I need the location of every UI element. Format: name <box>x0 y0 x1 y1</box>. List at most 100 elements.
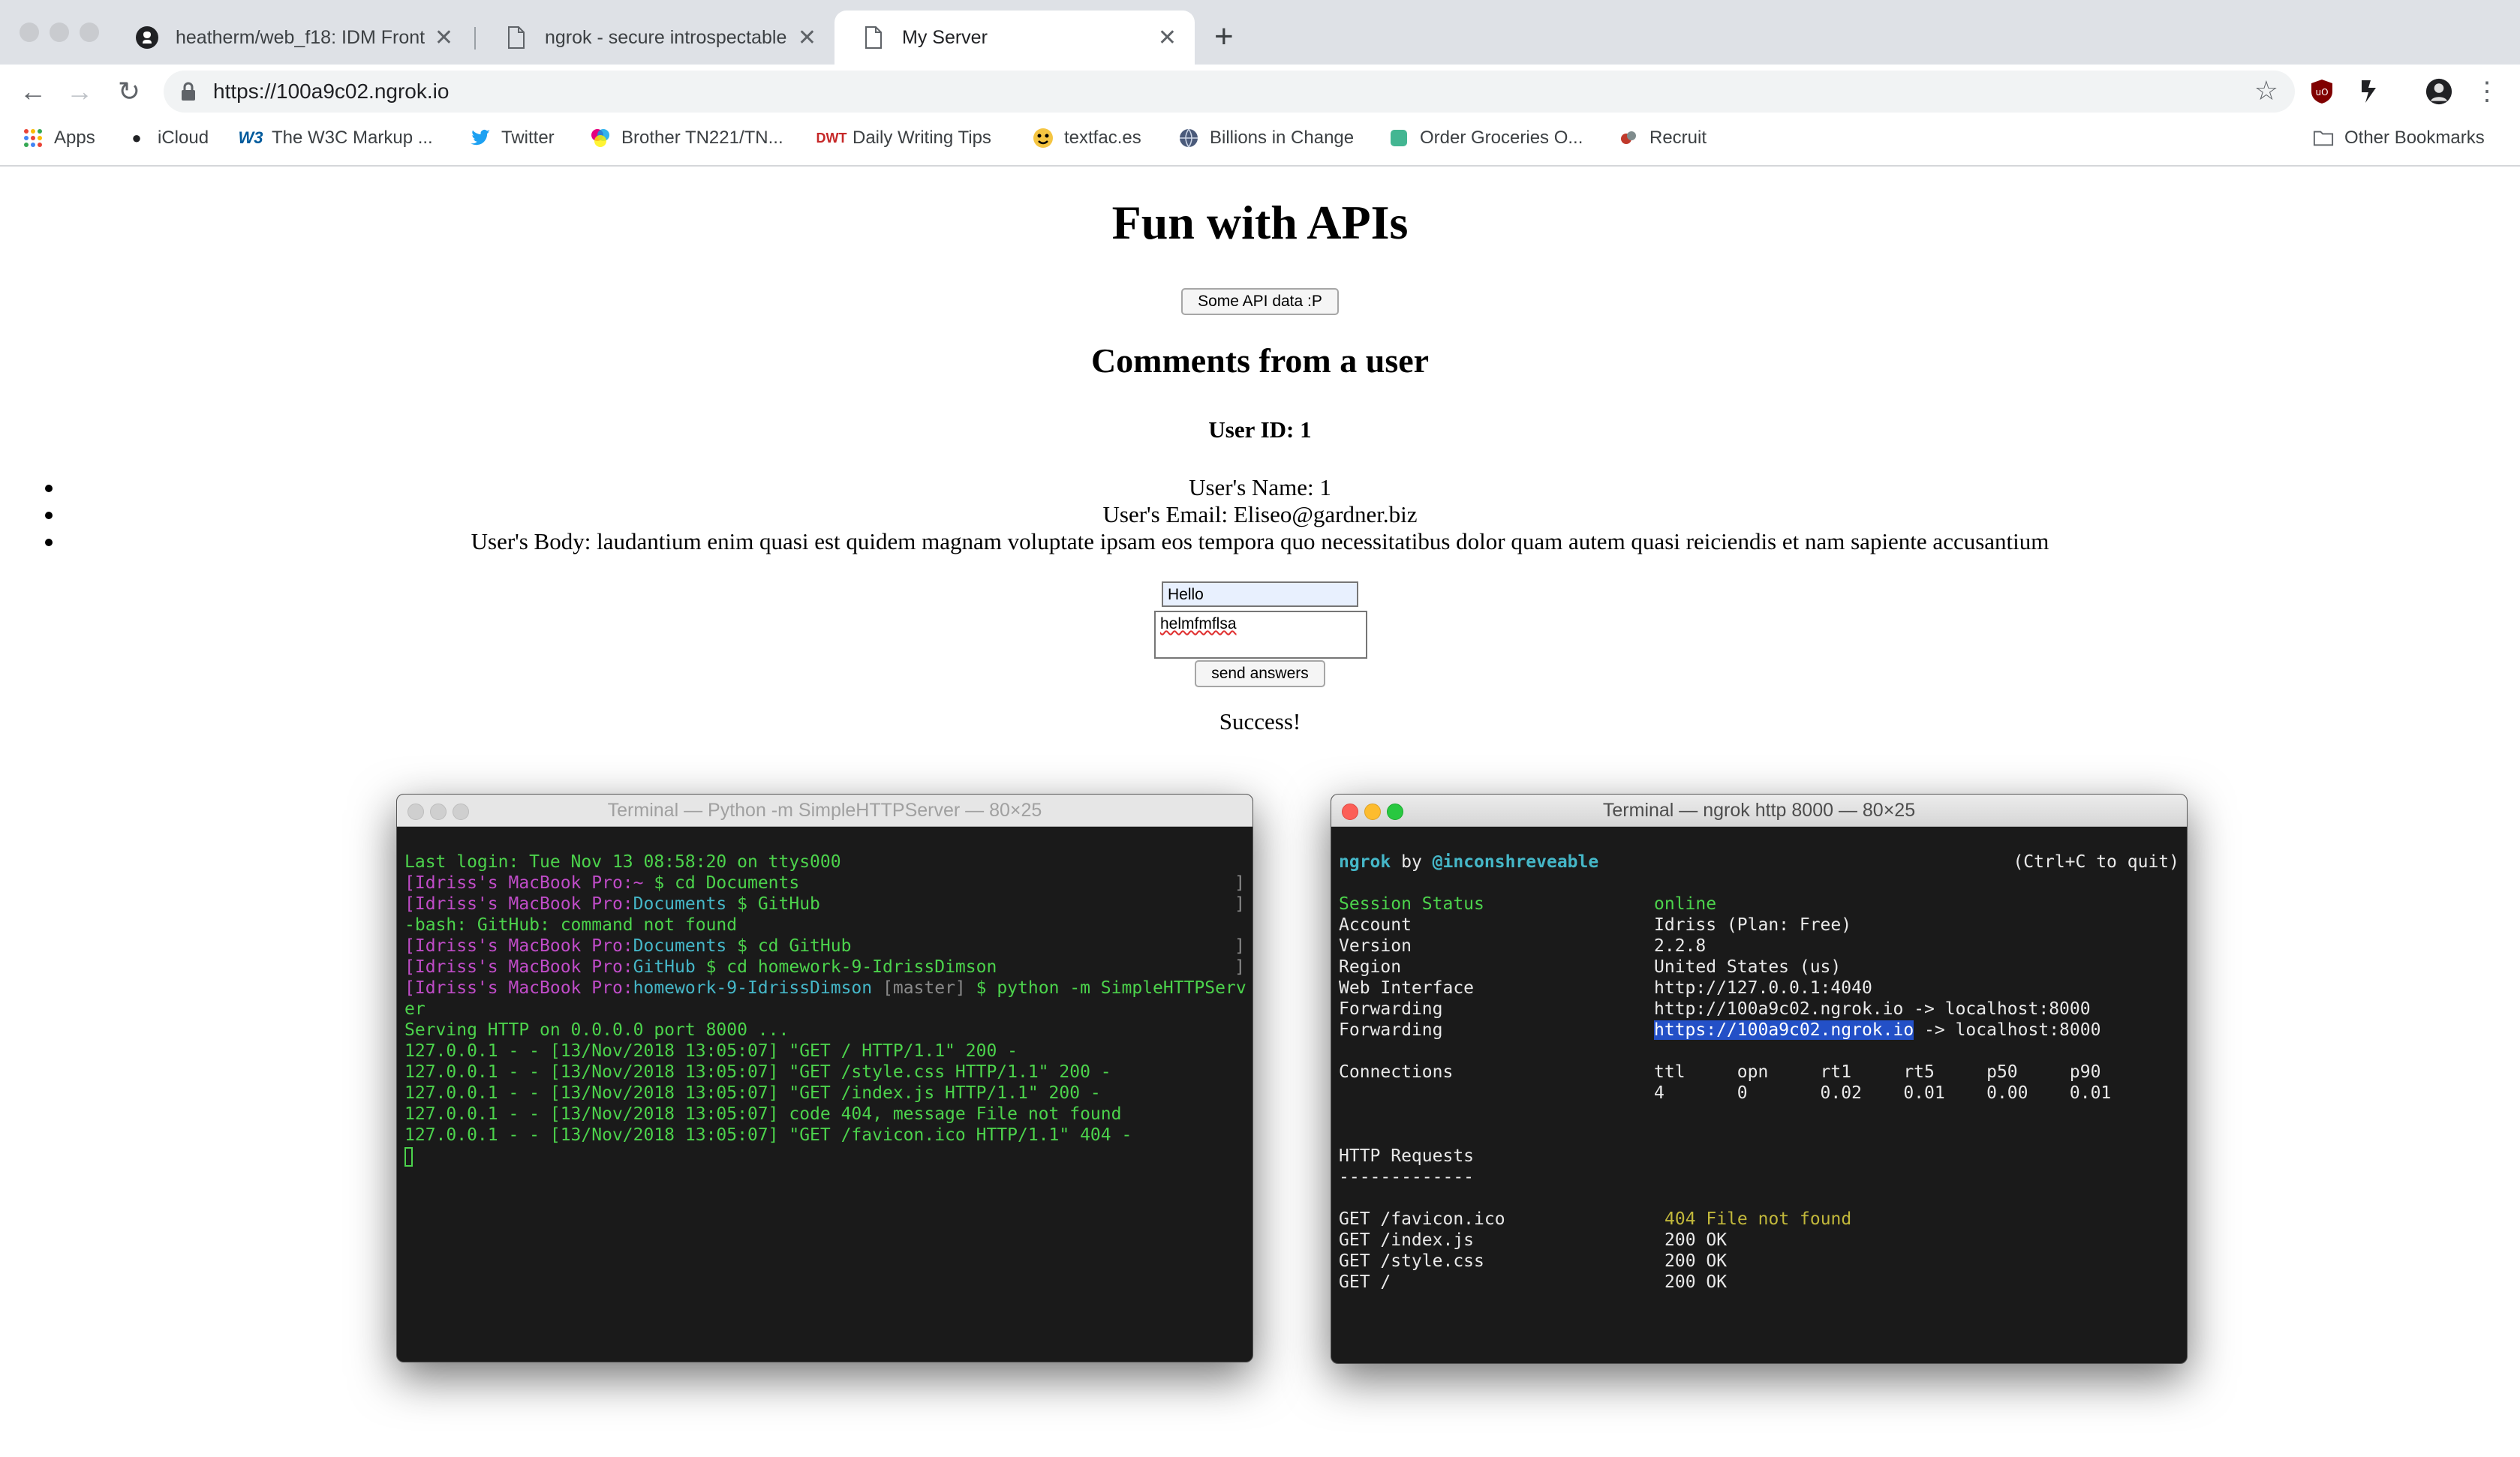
groceries-icon <box>1388 128 1409 149</box>
terminal-window-ngrok[interactable]: Terminal — ngrok http 8000 — 80×25 ngrok… <box>1331 794 2188 1364</box>
user-body-text: User's Body: laudantium enim quasi est q… <box>471 528 2049 554</box>
recruit-icon <box>1618 128 1639 149</box>
terminal-cursor <box>404 1146 413 1167</box>
minimize-button[interactable] <box>1364 804 1381 820</box>
terminal-output[interactable]: ngrok by @inconshreveable (Ctrl+C to quit… <box>1339 831 2179 1363</box>
bookmark-textfaces[interactable]: textfac.es <box>1033 128 1141 149</box>
terminal-log-line: 127.0.0.1 - - [13/Nov/2018 13:05:07] "GE… <box>404 1041 1018 1061</box>
svg-text:uO: uO <box>2315 87 2328 98</box>
success-message: Success! <box>1219 708 1301 735</box>
close-button[interactable] <box>1342 804 1358 820</box>
bookmark-label: Recruit <box>1649 128 1707 148</box>
terminal-output[interactable]: Last login: Tue Nov 13 08:58:20 on ttys0… <box>404 831 1246 1362</box>
terminal-log-line: 127.0.0.1 - - [13/Nov/2018 13:05:07] "GE… <box>404 1125 1132 1145</box>
bookmark-star-icon[interactable]: ☆ <box>2254 75 2278 107</box>
status-row: Web Interface http://127.0.0.1:4040 <box>1339 978 1872 998</box>
tab-ngrok[interactable]: ngrok - secure introspectable t ✕ <box>477 11 834 65</box>
tab-title: heatherm/web_f18: IDM Front E <box>176 26 426 48</box>
terminal-titlebar[interactable]: Terminal — Python -m SimpleHTTPServer — … <box>397 795 1252 827</box>
menu-kebab-icon[interactable]: ⋮ <box>2473 77 2500 106</box>
zoom-button[interactable] <box>453 804 469 820</box>
github-icon <box>135 26 159 50</box>
connections-values-row: 4 0 0.02 0.01 0.00 0.01 <box>1654 1083 2112 1103</box>
bookmark-order-groceries[interactable]: Order Groceries O... <box>1388 128 1583 149</box>
bookmark-label: Other Bookmarks <box>2344 128 2485 148</box>
bookmark-apps[interactable]: Apps <box>23 128 95 149</box>
page-title: Fun with APIs <box>1111 196 1409 249</box>
terminal-titlebar[interactable]: Terminal — ngrok http 8000 — 80×25 <box>1331 795 2187 827</box>
tab-title: My Server <box>902 26 988 48</box>
bullet <box>45 485 53 492</box>
window-zoom-button[interactable] <box>80 23 99 42</box>
close-button[interactable] <box>407 804 424 820</box>
address-bar[interactable]: https://100a9c02.ngrok.io ☆ <box>164 71 2295 113</box>
apple-icon: ● <box>131 128 142 147</box>
user-name-text: User's Name: 1 <box>1189 474 1331 500</box>
terminal-log-line: 127.0.0.1 - - [13/Nov/2018 13:05:07] "GE… <box>404 1083 1101 1103</box>
new-tab-button[interactable]: + <box>1214 20 1234 54</box>
window-close-button[interactable] <box>20 23 39 42</box>
forward-button[interactable]: → <box>62 74 98 110</box>
reload-button[interactable]: ↻ <box>111 74 147 110</box>
bookmark-recruit[interactable]: Recruit <box>1618 128 1707 149</box>
api-data-button[interactable]: Some API data :P <box>1181 288 1339 315</box>
comment-textarea[interactable]: helmfmflsa <box>1154 611 1367 659</box>
user-email-item: User's Email: Eliseo@gardner.biz <box>0 501 2520 528</box>
bookmark-billions-in-change[interactable]: Billions in Change <box>1178 128 1354 149</box>
profile-avatar[interactable] <box>2425 78 2452 105</box>
ublock-icon[interactable]: uO <box>2308 78 2335 105</box>
bookmark-label: Brother TN221/TN... <box>621 128 783 148</box>
terminal-line: [Idriss's MacBook Pro:Documents $ GitHub… <box>404 894 1245 914</box>
extension-icon[interactable] <box>2356 78 2383 105</box>
bookmark-label: Billions in Change <box>1210 128 1355 148</box>
status-row: Account Idriss (Plan: Free) <box>1339 915 1852 935</box>
minimize-button[interactable] <box>430 804 447 820</box>
terminal-line: er <box>404 999 426 1019</box>
url-text: https://100a9c02.ngrok.io <box>213 80 450 103</box>
status-row: Forwarding https://100a9c02.ngrok.io -> l… <box>1339 1020 2101 1040</box>
zoom-button[interactable] <box>1387 804 1403 820</box>
connections-header-row: Connections ttl opn rt1 rt5 p50 p90 <box>1339 1062 2101 1082</box>
bookmark-w3c[interactable]: W3 The W3C Markup ... <box>239 128 433 149</box>
apps-grid-icon <box>23 128 44 149</box>
requests-heading: HTTP Requests <box>1339 1146 1475 1166</box>
bookmark-label: textfac.es <box>1064 128 1141 148</box>
back-button[interactable]: ← <box>15 74 51 110</box>
folder-icon <box>2313 128 2334 149</box>
comments-heading: Comments from a user <box>1090 341 1430 380</box>
send-answers-button[interactable]: send answers <box>1195 660 1325 687</box>
user-name-item: User's Name: 1 <box>0 474 2520 501</box>
user-details-list: User's Name: 1 User's Email: Eliseo@gard… <box>0 474 2520 555</box>
name-input[interactable]: Hello <box>1162 581 1358 607</box>
page-icon <box>862 26 886 50</box>
close-icon[interactable]: ✕ <box>1158 25 1177 51</box>
close-icon[interactable]: ✕ <box>435 25 453 51</box>
selected-url[interactable]: https://100a9c02.ngrok.io <box>1654 1020 1914 1040</box>
tab-my-server[interactable]: My Server ✕ <box>834 11 1195 65</box>
bookmarks-bar: Apps ● iCloud W3 The W3C Markup ... Twit… <box>0 119 2520 167</box>
terminal-line: [Idriss's MacBook Pro:Documents $ cd Git… <box>404 936 1245 956</box>
bookmark-label: Apps <box>54 128 95 148</box>
globe-icon <box>1178 128 1199 149</box>
terminal-line: [Idriss's MacBook Pro:homework-9-IdrissD… <box>404 978 1246 998</box>
bookmark-label: Daily Writing Tips <box>853 128 991 148</box>
terminal-line: Last login: Tue Nov 13 08:58:20 on ttys0… <box>404 852 841 872</box>
tab-github[interactable]: heatherm/web_f18: IDM Front E ✕ <box>108 11 471 65</box>
terminal-title: Terminal — ngrok http 8000 — 80×25 <box>1602 800 1916 821</box>
page-icon <box>504 26 528 50</box>
terminal-line: Serving HTTP on 0.0.0.0 port 8000 ... <box>404 1020 789 1040</box>
bookmark-icloud[interactable]: ● iCloud <box>126 128 209 149</box>
bookmark-brother[interactable]: Brother TN221/TN... <box>590 128 783 149</box>
bullet <box>45 539 53 546</box>
face-icon <box>1033 128 1054 149</box>
request-row: GET /200 OK <box>1339 1272 1728 1292</box>
tab-divider <box>474 27 476 50</box>
bookmark-label: iCloud <box>158 128 209 148</box>
bookmark-twitter[interactable]: Twitter <box>470 128 555 149</box>
terminal-window-server[interactable]: Terminal — Python -m SimpleHTTPServer — … <box>396 794 1253 1362</box>
close-icon[interactable]: ✕ <box>798 25 816 51</box>
bookmark-daily-writing-tips[interactable]: DWT Daily Writing Tips <box>816 128 991 149</box>
bookmark-label: Order Groceries O... <box>1420 128 1583 148</box>
bookmark-other-bookmarks[interactable]: Other Bookmarks <box>2313 128 2485 149</box>
window-minimize-button[interactable] <box>50 23 69 42</box>
